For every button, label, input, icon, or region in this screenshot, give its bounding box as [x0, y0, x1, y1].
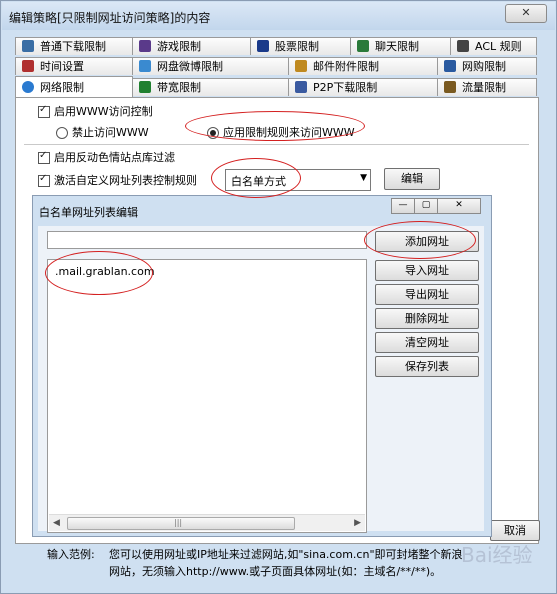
policy-editor-window: 编辑策略[只限制网址访问策略]的内容 ✕ 普通下载限制 游戏限制 股票限制 聊天… [0, 0, 557, 594]
cart-icon [444, 60, 456, 72]
dialog-close-button[interactable]: ✕ [437, 198, 481, 214]
chat-icon [357, 40, 369, 52]
tab-chat-limit[interactable]: 聊天限制 [350, 37, 451, 55]
url-input[interactable] [47, 231, 367, 249]
custom-list-label: 激活自定义网址列表控制规则 [54, 174, 197, 187]
radio-forbid-label: 禁止访问WWW [72, 126, 149, 139]
cloud-icon [139, 60, 151, 72]
tab-p2p-limit[interactable]: P2P下载限制 [288, 78, 438, 96]
tab-label: 网购限制 [462, 60, 506, 73]
tab-traffic-limit[interactable]: 流量限制 [437, 78, 537, 96]
radio-apply-row[interactable]: 应用限制规则来访问WWW [207, 124, 355, 140]
tab-label: 普通下载限制 [40, 40, 106, 53]
whitelist-editor-dialog: 白名单网址列表编辑 — ▢ ✕ .mail.grablan.com ◀ ||| … [32, 195, 492, 537]
baidu-jingyan-watermark: Bai经验 [461, 543, 533, 567]
window-close-button[interactable]: ✕ [505, 4, 547, 23]
custom-list-checkbox[interactable] [38, 173, 50, 187]
tab-label: 时间设置 [40, 60, 84, 73]
tab-bandwidth-limit[interactable]: 带宽限制 [132, 78, 289, 96]
group-divider [24, 144, 529, 145]
tab-download-limit[interactable]: 普通下载限制 [15, 37, 133, 55]
anti-porn-row[interactable]: 启用反动色情站点库过滤 [38, 149, 175, 165]
radio-apply-label: 应用限制规则来访问WWW [223, 126, 355, 139]
add-url-button[interactable]: 添加网址 [375, 231, 479, 252]
game-icon [139, 40, 151, 52]
traffic-icon [444, 81, 456, 93]
cancel-button[interactable]: 取消 [490, 520, 540, 541]
bandwidth-icon [139, 81, 151, 93]
enable-www-checkbox[interactable] [38, 104, 50, 118]
tab-label: 邮件附件限制 [313, 60, 379, 73]
export-url-button[interactable]: 导出网址 [375, 284, 479, 305]
edit-button[interactable]: 编辑 [384, 168, 440, 190]
example-line-1: 您可以使用网址或IP地址来过滤网站,如"sina.com.cn"即可封堵整个新浪 [109, 548, 463, 561]
tab-label: ACL 规则 [475, 40, 522, 53]
tab-label: 流量限制 [462, 81, 506, 94]
dialog-title: 白名单网址列表编辑 [39, 206, 138, 219]
tab-label: 股票限制 [275, 40, 319, 53]
window-title: 编辑策略[只限制网址访问策略]的内容 [9, 11, 211, 25]
enable-www-label: 启用WWW访问控制 [54, 105, 153, 118]
stock-icon [257, 40, 269, 52]
scroll-left-icon[interactable]: ◀ [53, 518, 60, 528]
globe-icon [22, 81, 34, 93]
radio-forbid-www[interactable] [56, 127, 68, 139]
clock-icon [22, 60, 34, 72]
scroll-thumb[interactable]: ||| [67, 517, 295, 530]
tab-label: 聊天限制 [375, 40, 419, 53]
mail-icon [295, 60, 307, 72]
tab-label: 网盘微博限制 [157, 60, 223, 73]
tab-network-limit[interactable]: 网络限制 [15, 76, 133, 98]
tab-acl-rules[interactable]: ACL 规则 [450, 37, 537, 55]
list-mode-select[interactable]: 白名单方式 ▼ [225, 169, 371, 191]
scroll-right-icon[interactable]: ▶ [354, 518, 361, 528]
tab-time-settings[interactable]: 时间设置 [15, 57, 133, 75]
maximize-button[interactable]: ▢ [414, 198, 438, 214]
delete-url-button[interactable]: 删除网址 [375, 308, 479, 329]
tab-label: 网络限制 [40, 81, 84, 94]
anti-porn-label: 启用反动色情站点库过滤 [54, 151, 175, 164]
enable-www-row[interactable]: 启用WWW访问控制 [38, 103, 153, 119]
dialog-body: .mail.grablan.com ◀ ||| ▶ 添加网址 导入网址 导出网址… [38, 226, 484, 533]
tab-label: 带宽限制 [157, 81, 201, 94]
tab-shopping-limit[interactable]: 网购限制 [437, 57, 537, 75]
tab-game-limit[interactable]: 游戏限制 [132, 37, 251, 55]
import-url-button[interactable]: 导入网址 [375, 260, 479, 281]
clear-urls-button[interactable]: 清空网址 [375, 332, 479, 353]
radio-apply-rules[interactable] [207, 127, 219, 139]
chevron-down-icon: ▼ [360, 173, 367, 183]
example-line-2: 网站，无须输入http://www.或子页面具体网址(如：主域名/**/**)。 [109, 565, 442, 578]
custom-list-row[interactable]: 激活自定义网址列表控制规则 [38, 172, 197, 188]
tab-stock-limit[interactable]: 股票限制 [250, 37, 351, 55]
minimize-button[interactable]: — [391, 198, 415, 214]
save-list-button[interactable]: 保存列表 [375, 356, 479, 377]
anti-porn-checkbox[interactable] [38, 150, 50, 164]
title-bar: 编辑策略[只限制网址访问策略]的内容 ✕ [2, 2, 555, 30]
radio-forbid-row[interactable]: 禁止访问WWW [56, 124, 149, 140]
example-label: 输入范例: [47, 548, 95, 561]
list-item[interactable]: .mail.grablan.com [55, 265, 155, 278]
download-clock-icon [22, 40, 34, 52]
tab-cloud-weibo-limit[interactable]: 网盘微博限制 [132, 57, 289, 75]
tab-mail-attachment-limit[interactable]: 邮件附件限制 [288, 57, 438, 75]
grip-icon: ||| [174, 518, 183, 527]
tab-label: P2P下载限制 [313, 81, 378, 94]
horizontal-scrollbar[interactable]: ◀ ||| ▶ [49, 514, 365, 531]
list-mode-value: 白名单方式 [231, 175, 286, 188]
acl-icon [457, 40, 469, 52]
url-list[interactable]: .mail.grablan.com ◀ ||| ▶ [47, 259, 367, 533]
tab-label: 游戏限制 [157, 40, 201, 53]
p2p-icon [295, 81, 307, 93]
